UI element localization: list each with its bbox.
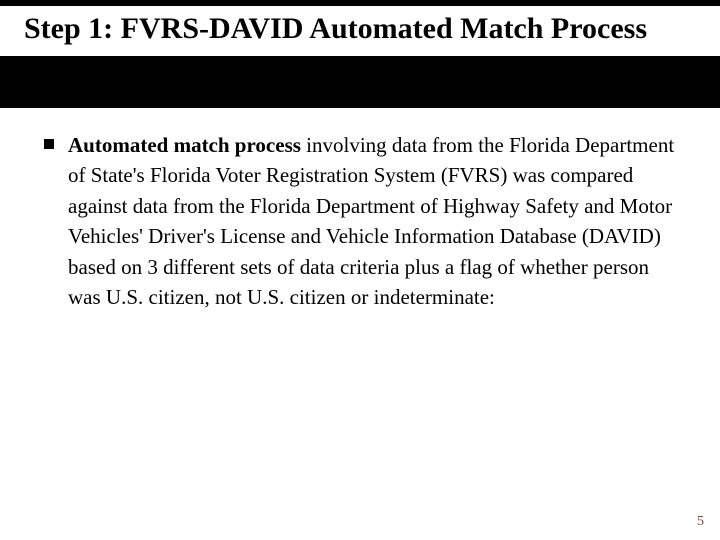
bullet-lead: Automated match process: [68, 133, 301, 157]
bullet-rest: involving data from the Florida Departme…: [68, 133, 674, 309]
title-band: Step 1: FVRS-DAVID Automated Match Proce…: [0, 0, 720, 108]
content-area: Automated match process involving data f…: [0, 108, 720, 313]
bullet-marker-icon: [44, 139, 54, 149]
page-number: 5: [697, 514, 704, 530]
slide-title: Step 1: FVRS-DAVID Automated Match Proce…: [24, 10, 696, 48]
bullet-item: Automated match process involving data f…: [44, 130, 676, 313]
title-inner: Step 1: FVRS-DAVID Automated Match Proce…: [0, 6, 720, 56]
bullet-text: Automated match process involving data f…: [68, 130, 676, 313]
